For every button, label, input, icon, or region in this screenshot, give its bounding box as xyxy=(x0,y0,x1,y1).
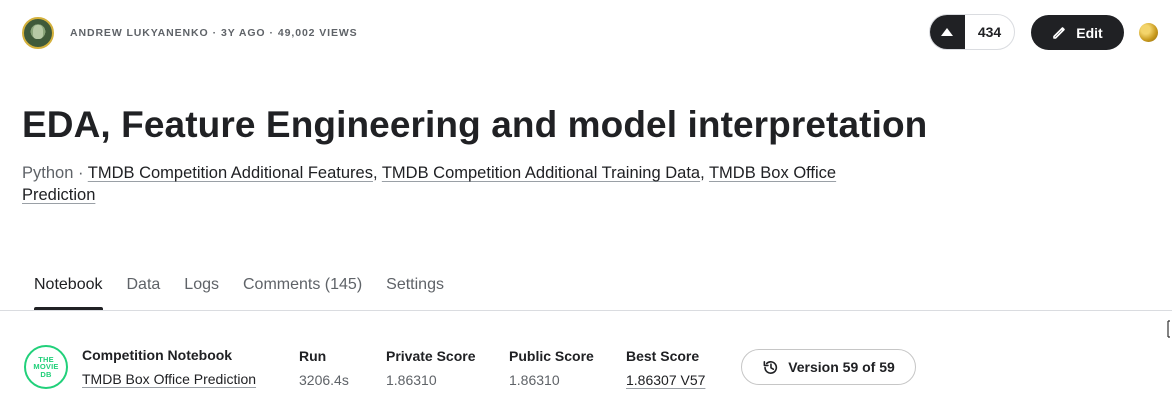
view-count: 49,002 VIEWS xyxy=(277,27,358,39)
best-score-label: Best Score xyxy=(626,348,700,364)
competition-logo-text: THE MOVIE DB xyxy=(33,354,59,379)
upvote-arrow-icon xyxy=(941,28,953,36)
notebook-tabs: Notebook Data Logs Comments (145) Settin… xyxy=(22,270,456,310)
edit-button[interactable]: Edit xyxy=(1031,15,1124,50)
language-label: Python xyxy=(22,164,74,182)
run-value: 3206.4s xyxy=(299,372,349,388)
tab-comments[interactable]: Comments (145) xyxy=(231,270,374,310)
best-score-stat: Best Score 1.86307 V57 xyxy=(626,348,705,388)
meta-separator: · xyxy=(269,27,274,39)
meta-separator: · xyxy=(212,27,217,39)
author-name[interactable]: ANDREW LUKYANENKO xyxy=(70,27,209,39)
competition-label: Competition Notebook xyxy=(82,347,233,363)
public-score-stat: Public Score 1.86310 xyxy=(509,348,594,388)
pencil-icon xyxy=(1053,26,1066,39)
vote-group: 434 xyxy=(929,14,1015,50)
version-history-button[interactable]: Version 59 of 59 xyxy=(741,349,916,385)
version-label: Version 59 of 59 xyxy=(788,359,895,375)
public-score-value: 1.86310 xyxy=(509,372,560,388)
tab-notebook[interactable]: Notebook xyxy=(22,270,115,310)
private-score-stat: Private Score 1.86310 xyxy=(386,348,476,388)
notebook-sources: Python · TMDB Competition Additional Fea… xyxy=(22,164,837,204)
tabs-divider xyxy=(0,310,1172,311)
run-label: Run xyxy=(299,348,327,364)
gold-medal-icon xyxy=(1139,23,1158,42)
text-cursor-icon xyxy=(1167,320,1170,338)
public-score-label: Public Score xyxy=(509,348,594,364)
vote-count[interactable]: 434 xyxy=(965,24,1014,40)
author-avatar[interactable] xyxy=(22,17,54,49)
run-stat: Run 3206.4s xyxy=(299,348,349,388)
notebook-meta: ANDREW LUKYANENKO · 3Y AGO · 49,002 VIEWS xyxy=(70,27,358,39)
private-score-value: 1.86310 xyxy=(386,372,437,388)
tab-settings[interactable]: Settings xyxy=(374,270,456,310)
competition-logo[interactable]: THE MOVIE DB xyxy=(24,345,68,389)
private-score-label: Private Score xyxy=(386,348,476,364)
page-title: EDA, Feature Engineering and model inter… xyxy=(22,104,928,145)
author-header: ANDREW LUKYANENKO · 3Y AGO · 49,002 VIEWS xyxy=(22,16,358,50)
competition-link[interactable]: TMDB Box Office Prediction xyxy=(82,371,256,387)
dataset-link[interactable]: TMDB Competition Additional Training Dat… xyxy=(382,164,700,182)
dataset-link[interactable]: TMDB Competition Additional Features xyxy=(88,164,373,182)
best-score-link[interactable]: 1.86307 V57 xyxy=(626,372,705,388)
upvote-button[interactable] xyxy=(930,15,965,49)
tab-data[interactable]: Data xyxy=(115,270,173,310)
history-icon xyxy=(763,360,778,374)
notebook-age: 3Y AGO xyxy=(221,27,266,39)
competition-info: Competition Notebook TMDB Box Office Pre… xyxy=(82,347,256,387)
edit-label: Edit xyxy=(1076,24,1103,41)
tab-logs[interactable]: Logs xyxy=(172,270,231,310)
